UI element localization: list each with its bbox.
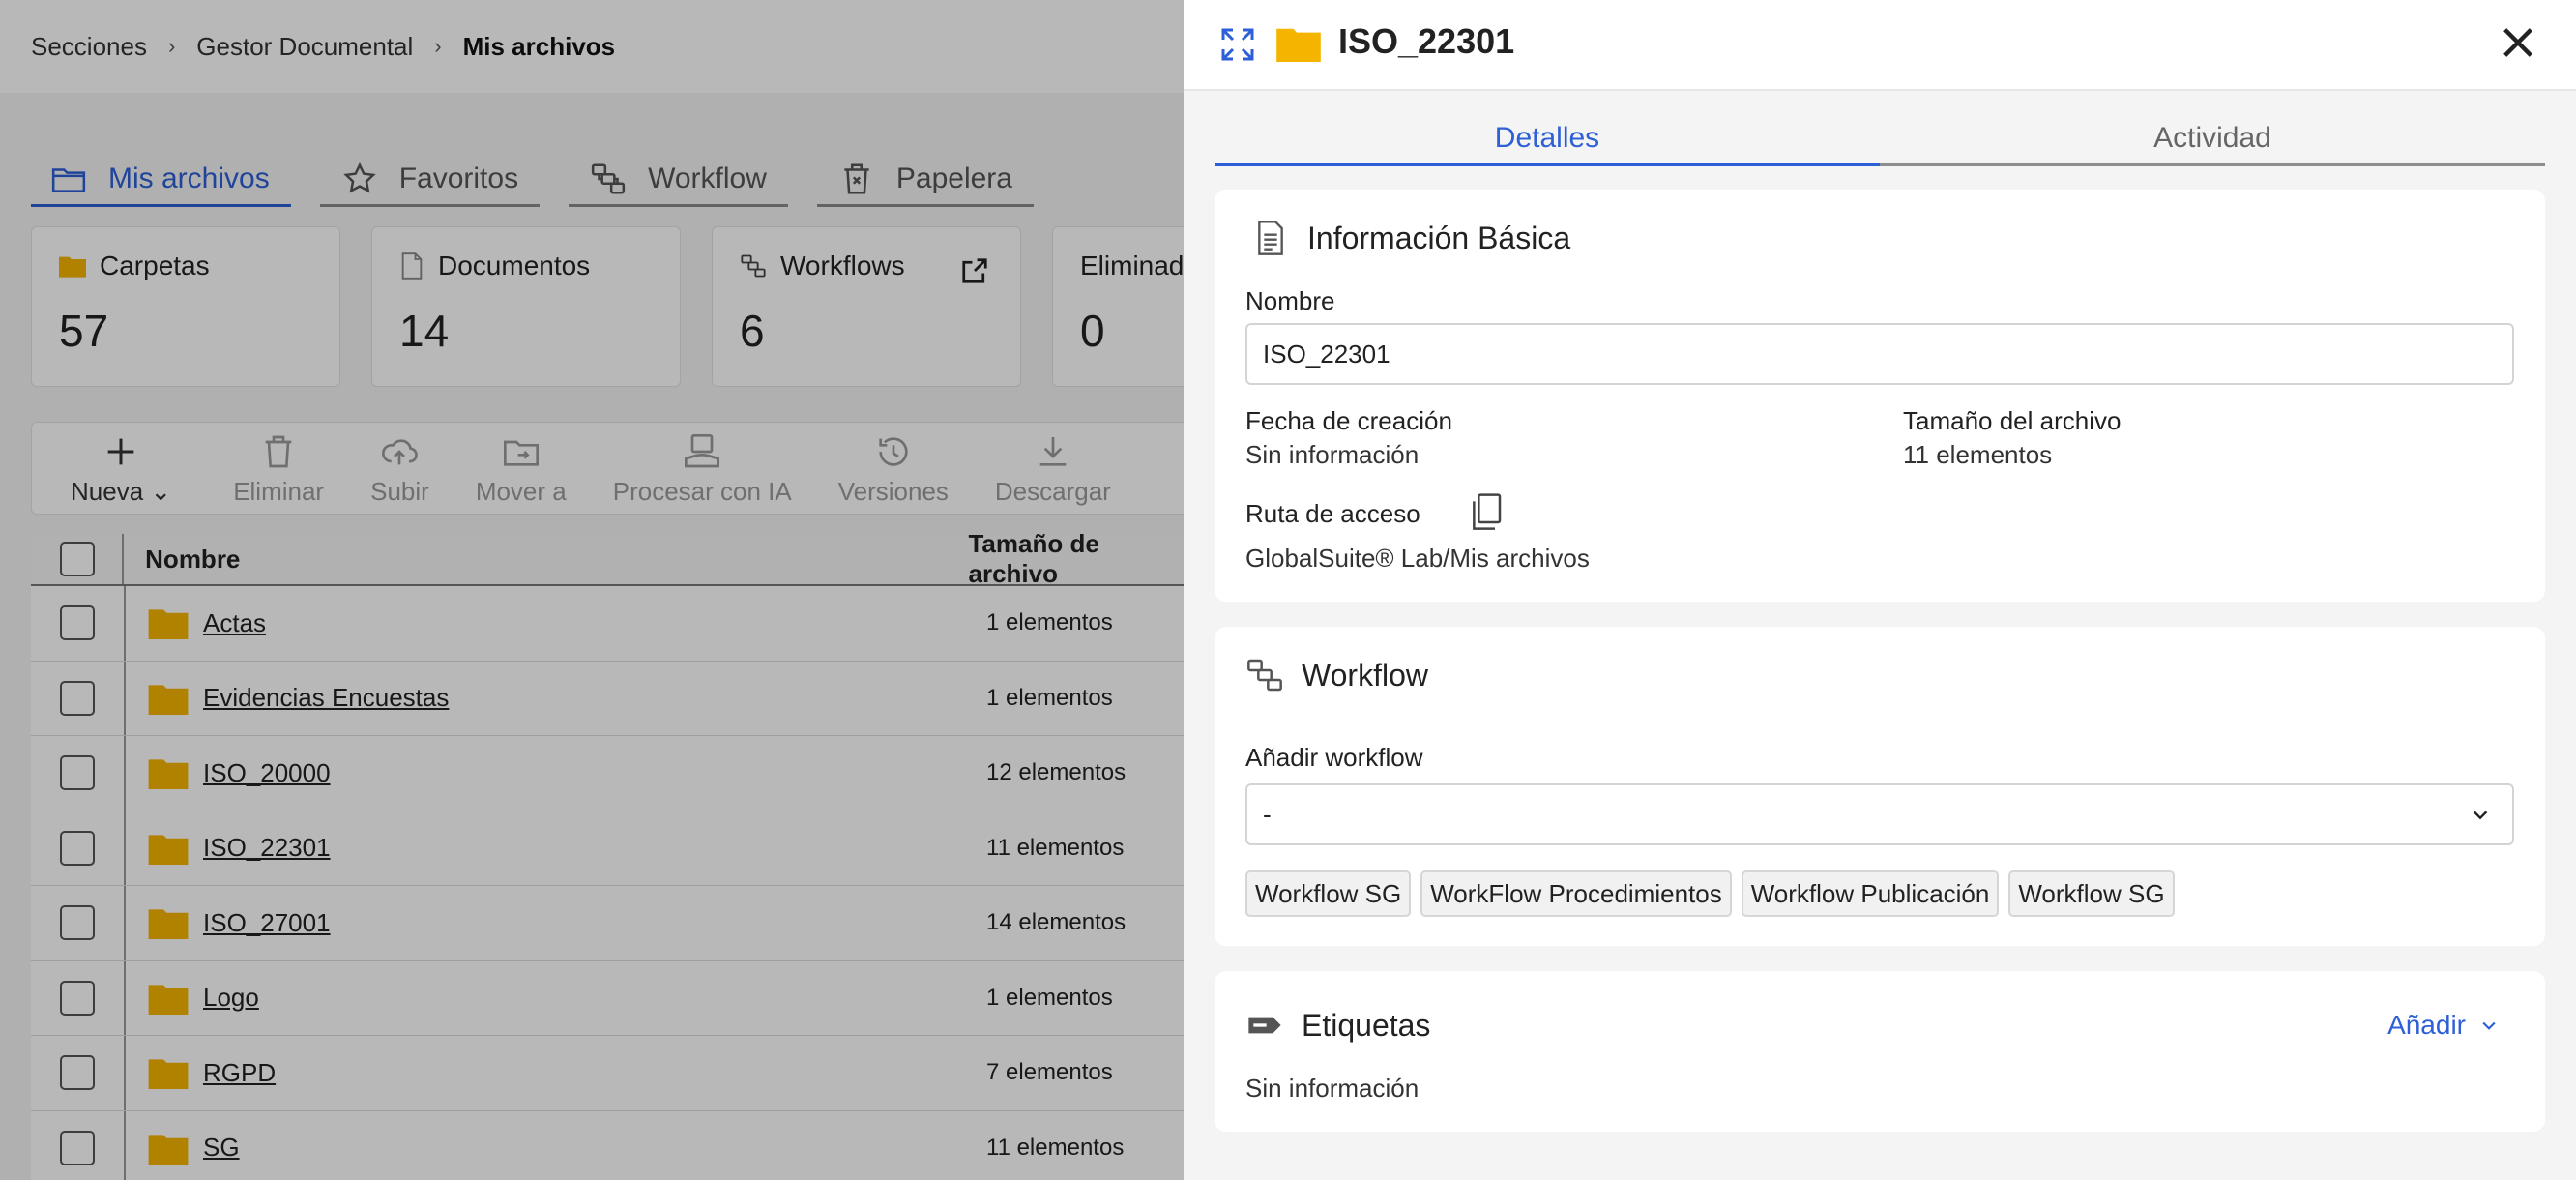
name-field[interactable]: ISO_22301: [1245, 323, 2514, 385]
workflow-chip[interactable]: Workflow SG: [1245, 870, 1412, 917]
path-value: GlobalSuite® Lab/Mis archivos: [1245, 544, 1590, 573]
add-tag-label: Añadir: [2387, 1010, 2466, 1040]
section-title: Información Básica: [1307, 220, 1571, 255]
copy-icon[interactable]: [1468, 493, 1503, 532]
created-value: Sin información: [1245, 440, 1420, 469]
tab-detalles[interactable]: Detalles: [1215, 112, 1880, 166]
tags-value: Sin información: [1245, 1074, 1420, 1103]
panel-header: ISO_22301: [1184, 0, 2576, 91]
workflow-chip[interactable]: Workflow Publicación: [1741, 870, 2000, 917]
panel-title: ISO_22301: [1338, 21, 1515, 61]
name-label: Nombre: [1245, 286, 1335, 315]
add-workflow-label: Añadir workflow: [1245, 743, 1423, 772]
workflow-chips: Workflow SG WorkFlow Procedimientos Work…: [1245, 870, 2175, 917]
tags-section: Etiquetas Añadir Sin información: [1215, 971, 2545, 1132]
add-tag-button[interactable]: Añadir: [2387, 1010, 2499, 1041]
created-label: Fecha de creación: [1245, 406, 1452, 435]
workflow-icon: [1247, 659, 1282, 692]
tag-icon: [1248, 1017, 1281, 1034]
size-value: 11 elementos: [1903, 440, 2053, 469]
modal-backdrop[interactable]: [0, 0, 1184, 1180]
close-icon[interactable]: [2499, 23, 2537, 62]
details-panel: ISO_22301 Detalles Actividad Información…: [1184, 0, 2576, 1180]
document-list-icon: [1258, 221, 1283, 255]
workflow-select[interactable]: -: [1245, 783, 2514, 845]
basic-info-section: Información Básica Nombre ISO_22301 Fech…: [1215, 190, 2545, 602]
chevron-down-icon: [2482, 1021, 2496, 1030]
workflow-select-value: -: [1263, 799, 1272, 829]
section-title: Workflow: [1302, 657, 1428, 693]
expand-icon[interactable]: [1218, 25, 1257, 64]
path-label: Ruta de acceso: [1245, 499, 1420, 528]
chevron-down-icon: [2473, 811, 2488, 820]
panel-tabs: Detalles Actividad: [1215, 112, 2545, 166]
size-label: Tamaño del archivo: [1903, 406, 2122, 435]
workflow-section: Workflow Añadir workflow - Workflow SG W…: [1215, 627, 2545, 946]
workflow-chip[interactable]: Workflow SG: [2008, 870, 2175, 917]
section-title: Etiquetas: [1302, 1007, 1431, 1043]
tab-actividad[interactable]: Actividad: [1880, 112, 2545, 166]
folder-icon: [1276, 28, 1321, 62]
workflow-chip[interactable]: WorkFlow Procedimientos: [1420, 870, 1732, 917]
